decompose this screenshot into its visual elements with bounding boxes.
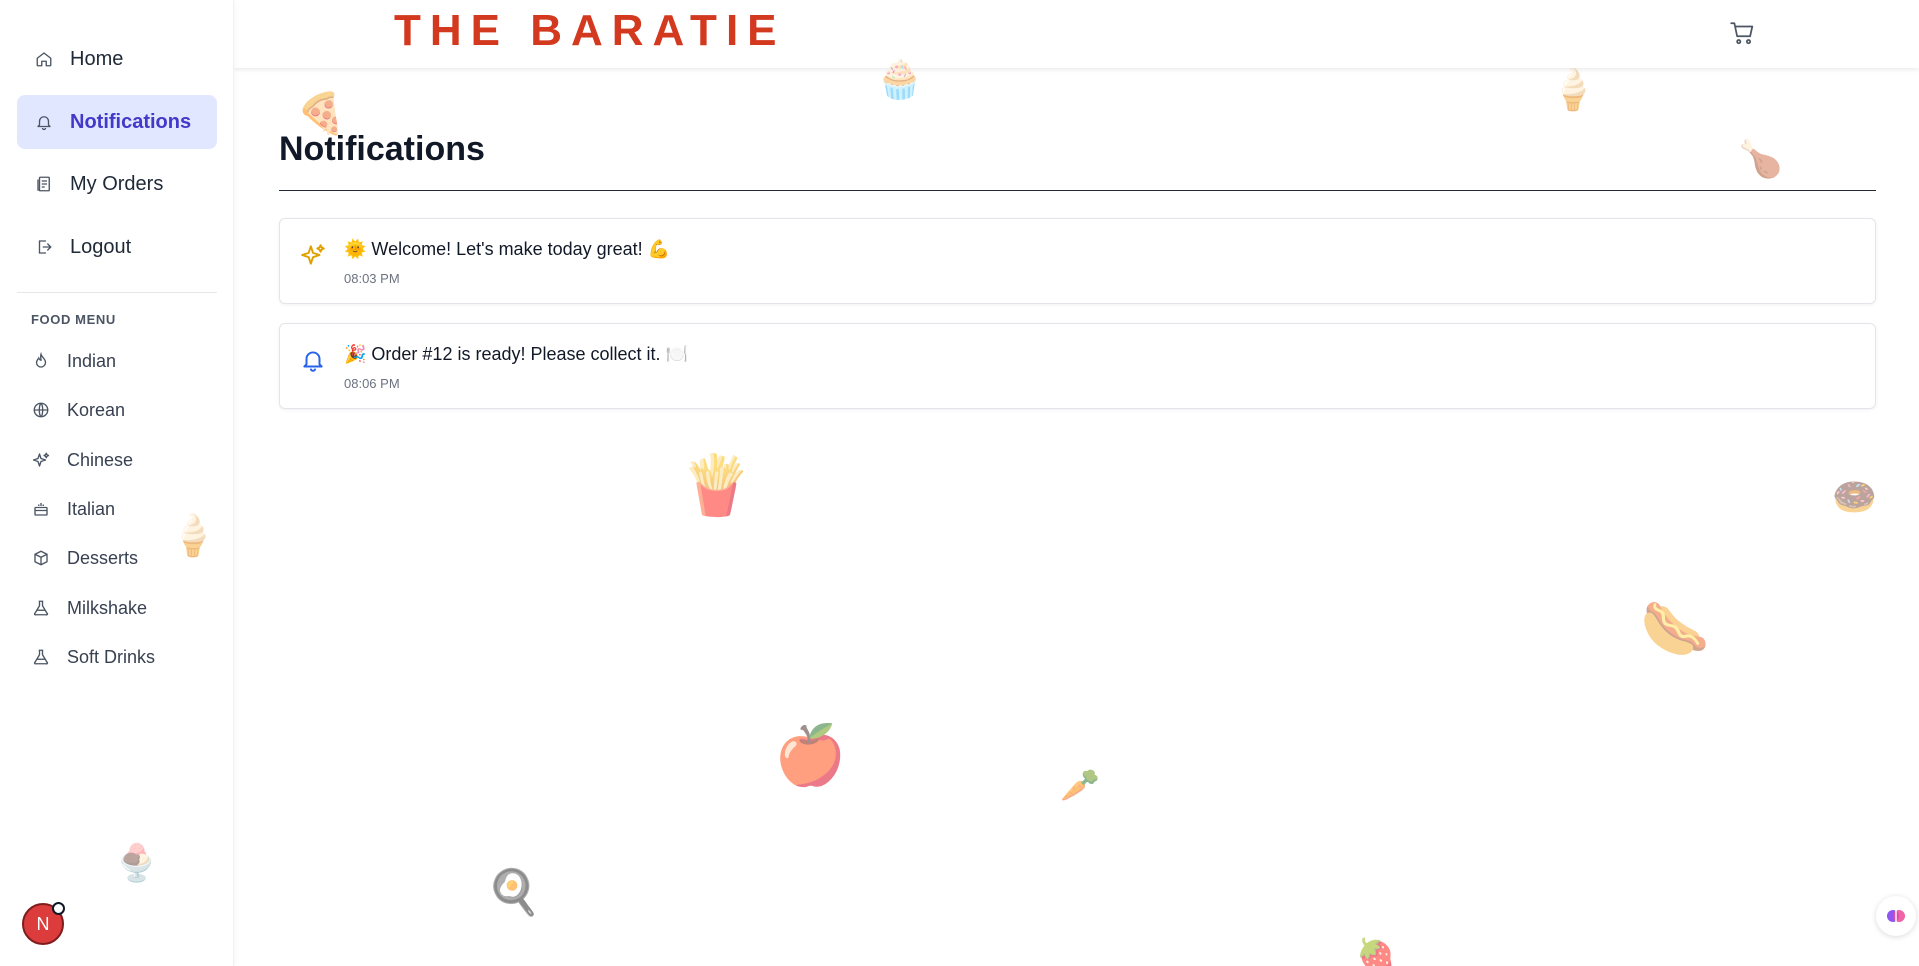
menu-item-label: Soft Drinks [67,646,156,667]
menu-item-label: Indian [67,350,117,371]
nav-item-my-orders[interactable]: My Orders [17,157,217,211]
menu-item-indian[interactable]: Indian [31,346,116,376]
user-avatar[interactable]: N [22,902,65,945]
avatar-initial: N [36,913,50,934]
flask-icon [31,598,51,618]
page-title: Notifications [279,130,485,168]
top-header: THE BARATIE [234,0,1919,68]
menu-item-chinese[interactable]: Chinese [31,445,133,475]
brand-title[interactable]: THE BARATIE [394,6,786,56]
main-content: Notifications 🌞 Welcome! Let's make toda… [234,68,1919,966]
food-menu-title: FOOD MENU [31,312,116,327]
sidebar: Home Notifications My Orders Logout FOOD… [0,0,234,966]
brain-icon[interactable] [1876,896,1916,936]
app-root: Home Notifications My Orders Logout FOOD… [0,0,1919,966]
logout-icon [34,237,54,257]
title-divider [279,190,1876,191]
nav-item-label: Logout [70,235,132,258]
menu-item-label: Desserts [67,547,139,568]
flask-icon [31,647,51,667]
notification-time: 08:03 PM [344,271,400,286]
menu-item-label: Italian [67,498,116,519]
nav-item-label: Home [70,47,124,70]
sidebar-divider [17,292,217,293]
notification-card[interactable]: 🎉 Order #12 is ready! Please collect it.… [279,323,1876,409]
menu-item-label: Milkshake [67,597,148,618]
globe-icon [31,400,51,420]
bell-icon [300,347,326,373]
bell-icon [34,112,54,132]
menu-item-label: Chinese [67,449,134,470]
nav-item-notifications[interactable]: Notifications [17,95,217,149]
box-icon [31,548,51,568]
menu-item-desserts[interactable]: Desserts [31,543,138,573]
sparkles-icon [31,450,51,470]
menu-item-milkshake[interactable]: Milkshake [31,593,147,623]
notification-message: 🎉 Order #12 is ready! Please collect it.… [344,344,688,364]
nav-item-home[interactable]: Home [17,32,217,86]
menu-item-label: Korean [67,399,126,420]
receipt-icon [34,174,54,194]
flame-icon [31,351,51,371]
notification-time: 08:06 PM [344,376,400,391]
sparkles-icon [300,242,326,268]
home-icon [34,49,54,69]
menu-item-soft-drinks[interactable]: Soft Drinks [31,642,155,672]
cart-icon[interactable] [1728,20,1756,46]
menu-item-korean[interactable]: Korean [31,395,125,425]
notification-message: 🌞 Welcome! Let's make today great! 💪 [344,239,671,259]
nav-item-label: My Orders [70,172,164,195]
notification-card[interactable]: 🌞 Welcome! Let's make today great! 💪 08:… [279,218,1876,304]
cake-icon [31,499,51,519]
avatar-status-dot [52,902,65,915]
nav-item-logout[interactable]: Logout [17,220,217,274]
menu-item-italian[interactable]: Italian [31,494,115,524]
nav-item-label: Notifications [70,110,192,133]
